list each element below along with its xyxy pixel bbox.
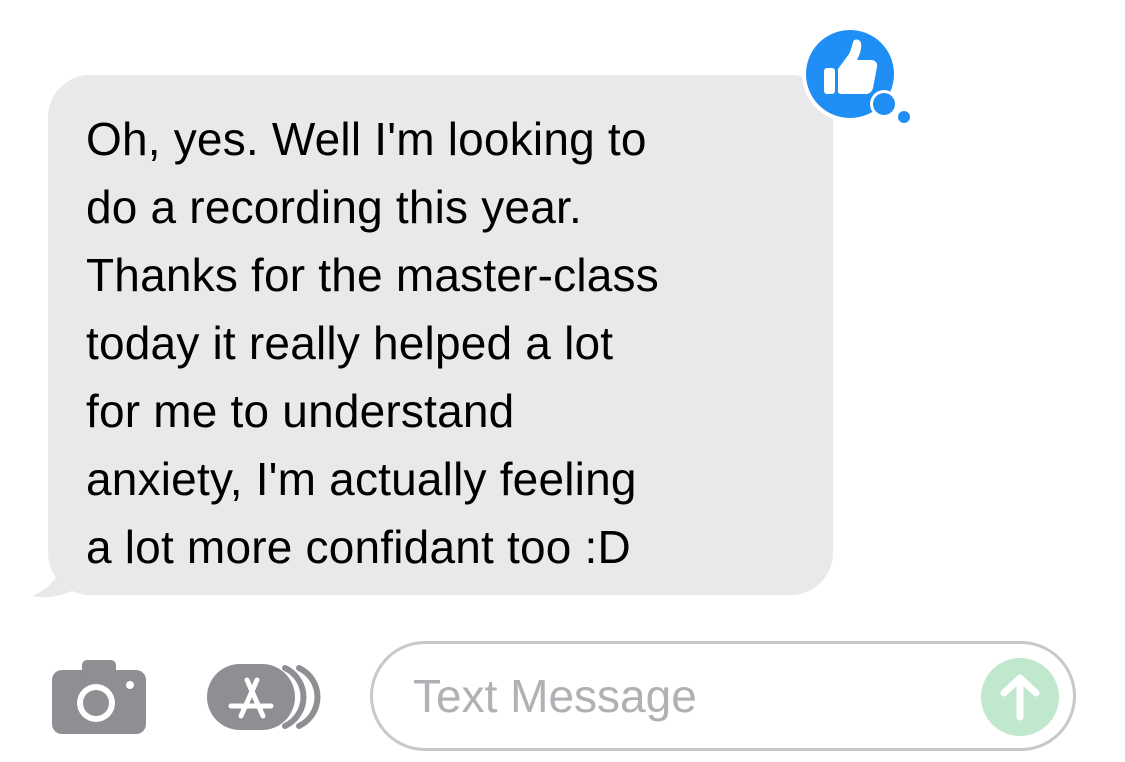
incoming-message-bubble[interactable]: Oh, yes. Well I'm looking to do a record… [48, 75, 833, 595]
message-line: anxiety, I'm actually feeling [86, 453, 637, 505]
send-button[interactable] [981, 658, 1059, 736]
camera-button[interactable] [52, 660, 146, 734]
message-line: a lot more confidant too :D [86, 521, 631, 573]
send-arrow-icon [1000, 674, 1040, 721]
message-line: do a recording this year. [86, 181, 582, 233]
tapback-reaction[interactable] [800, 12, 920, 132]
message-input-placeholder: Text Message [413, 670, 697, 722]
message-line: Thanks for the master-class [86, 249, 659, 301]
message-text: Oh, yes. Well I'm looking to do a record… [86, 105, 803, 581]
app-store-icon [207, 664, 321, 730]
message-line: Oh, yes. Well I'm looking to [86, 113, 647, 165]
apps-button[interactable] [205, 662, 330, 732]
message-line: for me to understand [86, 385, 515, 437]
camera-icon [52, 660, 146, 734]
message-input[interactable]: Text Message [370, 641, 1076, 751]
message-line: today it really helped a lot [86, 317, 614, 369]
messages-screen: Oh, yes. Well I'm looking to do a record… [0, 0, 1125, 762]
